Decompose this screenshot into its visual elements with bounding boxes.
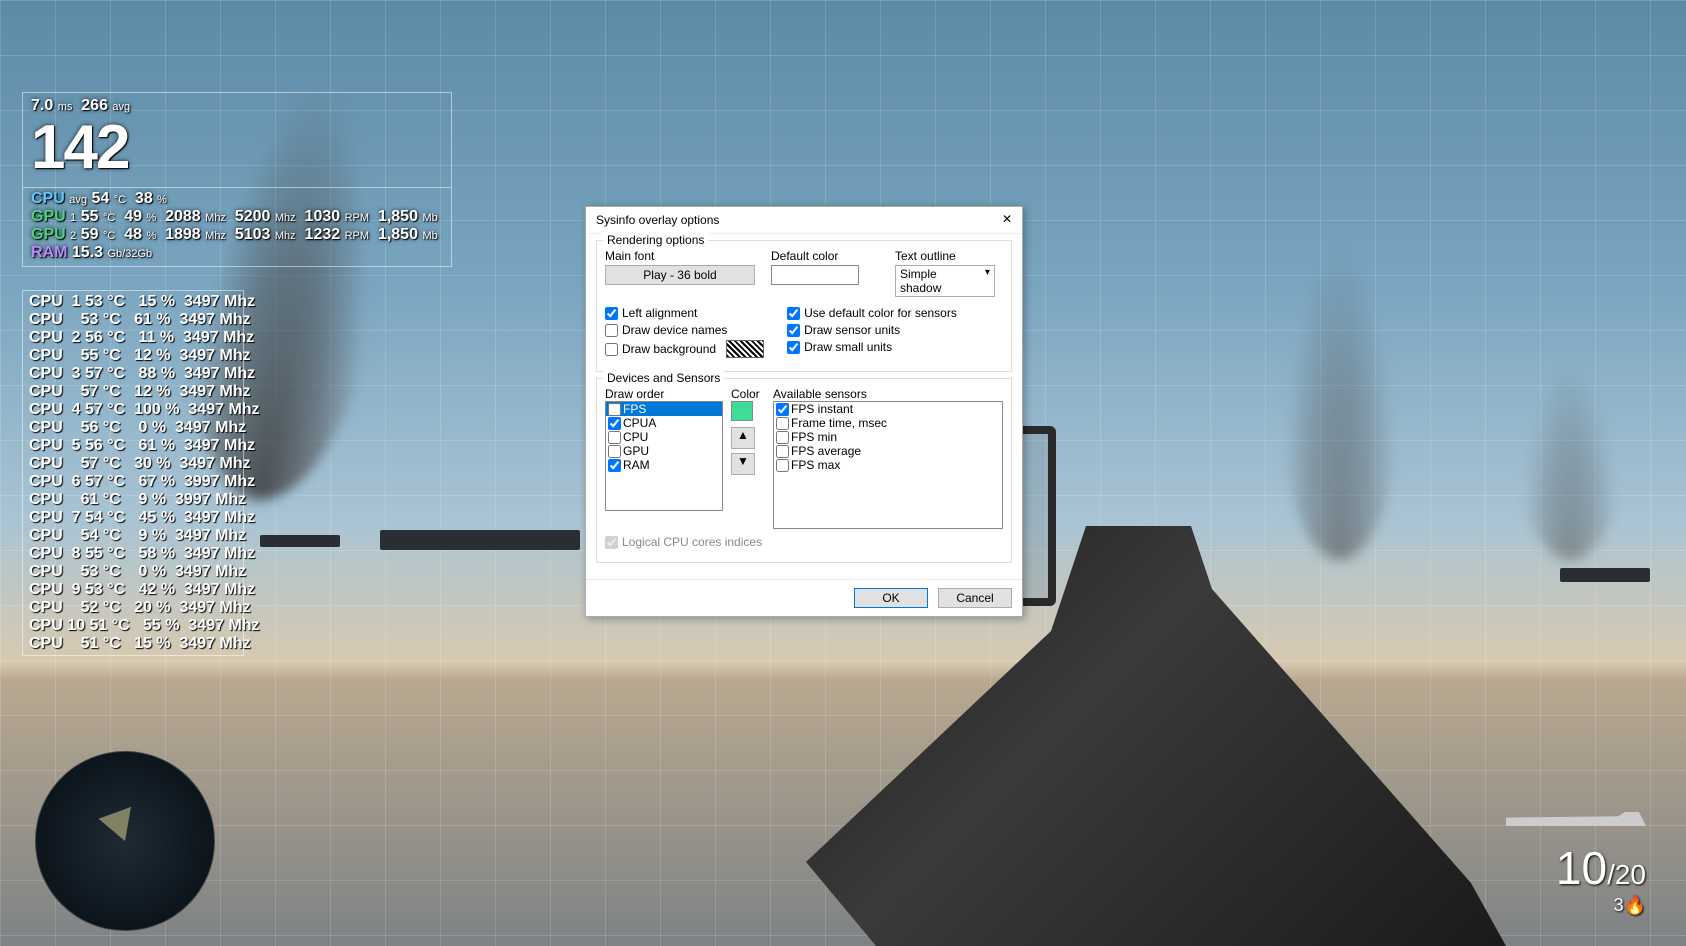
order-item[interactable]: RAM — [606, 458, 722, 472]
ok-button[interactable]: OK — [854, 588, 928, 608]
close-icon[interactable]: ✕ — [1000, 213, 1014, 227]
available-sensors-label: Available sensors — [773, 387, 867, 401]
text-outline-select[interactable]: Simple shadow — [895, 265, 995, 297]
order-item[interactable]: CPU — [606, 430, 722, 444]
weapon-icon — [1506, 812, 1646, 826]
default-color-swatch[interactable] — [771, 265, 859, 285]
default-color-label: Default color — [771, 249, 879, 263]
order-item[interactable]: GPU — [606, 444, 722, 458]
available-sensors-listbox[interactable]: FPS instantFrame time, msecFPS minFPS av… — [773, 401, 1003, 529]
sysinfo-options-dialog: Sysinfo overlay options ✕ Rendering opti… — [585, 206, 1023, 617]
sensor-item[interactable]: FPS instant — [774, 402, 1002, 416]
sensor-item[interactable]: FPS average — [774, 444, 1002, 458]
smoke-plume — [1280, 240, 1400, 560]
draw-order-listbox[interactable]: FPSCPUACPUGPURAM — [605, 401, 723, 511]
ship-silhouette — [380, 530, 580, 550]
dialog-title: Sysinfo overlay options — [596, 213, 719, 227]
sensor-item[interactable]: Frame time, msec — [774, 416, 1002, 430]
ammo-current: 10 — [1556, 842, 1607, 894]
devices-sensors-group: Devices and Sensors Draw order FPSCPUACP… — [596, 378, 1012, 563]
ammo-sub: 3🔥 — [1556, 895, 1646, 916]
logical-cores-checkbox: Logical CPU cores indices — [605, 535, 1003, 549]
draw-sensor-units-checkbox[interactable]: Draw sensor units — [787, 323, 1003, 337]
ship-silhouette — [260, 535, 340, 547]
fps-value: 142 — [31, 117, 443, 179]
main-font-label: Main font — [605, 249, 755, 263]
ammo-counter: 10/20 3🔥 — [1556, 841, 1646, 916]
order-item[interactable]: FPS — [606, 402, 722, 416]
cpu-cores-overlay: CPU 1 53 °C 15 % 3497 MhzCPU 53 °C 61 % … — [22, 290, 244, 656]
move-down-button[interactable]: ▼ — [731, 453, 755, 475]
order-item[interactable]: CPUA — [606, 416, 722, 430]
rendering-options-group: Rendering options Main font Play - 36 bo… — [596, 240, 1012, 372]
main-font-button[interactable]: Play - 36 bold — [605, 265, 755, 285]
left-alignment-checkbox[interactable]: Left alignment — [605, 306, 771, 320]
text-outline-label: Text outline — [895, 249, 1003, 263]
draw-small-units-checkbox[interactable]: Draw small units — [787, 340, 1003, 354]
color-label: Color — [731, 387, 760, 401]
draw-background-checkbox[interactable]: Draw background — [605, 340, 771, 358]
draw-device-names-checkbox[interactable]: Draw device names — [605, 323, 771, 337]
minimap — [35, 751, 215, 931]
ship-silhouette — [1560, 568, 1650, 582]
smoke-plume — [1520, 360, 1620, 560]
sensor-item[interactable]: FPS max — [774, 458, 1002, 472]
use-default-color-checkbox[interactable]: Use default color for sensors — [787, 306, 1003, 320]
draw-order-label: Draw order — [605, 387, 664, 401]
dialog-titlebar[interactable]: Sysinfo overlay options ✕ — [586, 207, 1022, 234]
move-up-button[interactable]: ▲ — [731, 427, 755, 449]
performance-overlay: 7.0 ms 266 avg 142 CPU avg 54 °C 38 % GP… — [22, 92, 452, 267]
sensor-item[interactable]: FPS min — [774, 430, 1002, 444]
sensor-color-swatch[interactable] — [731, 401, 753, 421]
ammo-reserve: 20 — [1615, 859, 1646, 890]
background-pattern-swatch[interactable] — [726, 340, 764, 358]
cancel-button[interactable]: Cancel — [938, 588, 1012, 608]
